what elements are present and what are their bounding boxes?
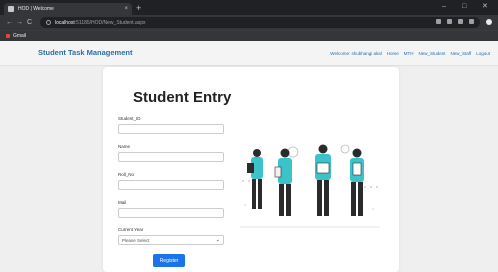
nav-mth[interactable]: MTH <box>404 51 414 56</box>
browser-tab[interactable]: HOD | Welcome × <box>4 3 132 15</box>
url-path: :51185/HOD/New_Student.aspx <box>74 19 146 26</box>
current-year-select[interactable]: Please Select ⌄ <box>118 235 224 245</box>
student-id-input[interactable] <box>118 124 224 134</box>
roll-no-label: Roll_No <box>118 172 135 177</box>
name-label: Name <box>118 144 131 149</box>
profile-icon[interactable] <box>486 19 492 25</box>
decorative-dots <box>242 180 378 210</box>
nav-new-student[interactable]: New_Student <box>419 51 446 56</box>
bookmark-label: Gmail <box>13 33 27 39</box>
reload-icon[interactable]: C <box>27 18 32 27</box>
select-value: Please Select <box>122 237 150 243</box>
student-figure <box>350 148 364 216</box>
maximize-icon[interactable]: □ <box>462 2 466 12</box>
bookmarks-bar: Gmail <box>0 30 498 41</box>
extension-icon[interactable] <box>436 19 441 24</box>
url-host: localhost <box>55 19 75 26</box>
name-input[interactable] <box>118 152 224 162</box>
site-navbar: Student Task Management Welcome: shubhan… <box>0 41 498 66</box>
mail-label: Mail <box>118 200 127 205</box>
close-icon[interactable]: × <box>124 6 128 12</box>
page-title: Student Entry <box>133 89 232 106</box>
extension-icon[interactable] <box>447 19 452 24</box>
extension-icon[interactable] <box>469 19 474 24</box>
speech-bubble-icon <box>287 146 299 158</box>
lock-icon <box>46 20 51 25</box>
back-arrow-icon[interactable]: ← <box>6 18 13 27</box>
chevron-down-icon: ⌄ <box>215 237 220 243</box>
forward-arrow-icon[interactable]: → <box>16 18 23 27</box>
bookmark-gmail[interactable]: Gmail <box>6 33 26 39</box>
student-figure <box>315 144 331 216</box>
extension-bar <box>436 19 474 24</box>
nav-welcome: Welcome: shubhangi akal <box>330 51 382 56</box>
nav-home[interactable]: Home <box>387 51 399 56</box>
student-figure <box>247 149 263 209</box>
gmail-icon <box>6 34 10 38</box>
mail-input[interactable] <box>118 208 224 218</box>
tab-title: HOD | Welcome <box>18 6 54 12</box>
nav-new-staff[interactable]: New_Staff <box>451 51 472 56</box>
browser-toolbar: ← → C localhost :51185/HOD/New_Student.a… <box>0 15 498 30</box>
current-year-label: Current Year <box>118 227 144 232</box>
new-tab-icon[interactable]: + <box>136 2 141 14</box>
student-id-label: Student_ID <box>118 116 141 121</box>
students-illustration <box>240 144 380 228</box>
extension-icon[interactable] <box>458 19 463 24</box>
speech-bubble-icon <box>340 144 350 154</box>
address-bar[interactable]: localhost :51185/HOD/New_Student.aspx <box>40 17 480 28</box>
site-brand[interactable]: Student Task Management <box>38 48 132 57</box>
close-window-icon[interactable]: ✕ <box>482 2 488 12</box>
roll-no-input[interactable] <box>118 180 224 190</box>
nav-links: Welcome: shubhangi akal Home MTH New_Stu… <box>330 51 490 56</box>
browser-titlebar: HOD | Welcome × + – □ ✕ <box>0 0 498 15</box>
minimize-icon[interactable]: – <box>442 2 446 12</box>
nav-logout[interactable]: Logout <box>476 51 490 56</box>
favicon-icon <box>8 6 14 12</box>
student-entry-card: Student Entry Student_ID Name Roll_No Ma… <box>103 67 399 272</box>
register-button[interactable]: Register <box>153 254 185 267</box>
student-figure <box>274 148 292 216</box>
